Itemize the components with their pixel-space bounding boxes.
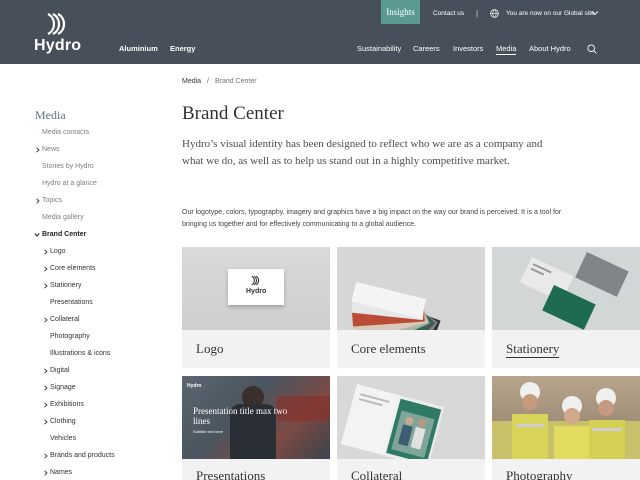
hydro-logo[interactable]: Hydro [34, 12, 82, 56]
card-label: Photography [506, 468, 573, 480]
sidebar-item-illustrations-icons[interactable]: Illustrations & icons [50, 350, 110, 357]
presentation-logo: Hydro [187, 383, 202, 389]
swatch-fan-illustration [351, 281, 441, 330]
sidebar-item-topics[interactable]: Topics [42, 197, 62, 204]
breadcrumb-separator: / [207, 78, 209, 85]
card-label: Collateral [351, 468, 403, 480]
body-text: Our logotype, colors, typography, imager… [182, 209, 562, 228]
sidebar-item-media-gallery[interactable]: Media gallery [42, 214, 84, 221]
sidebar-item-core-elements[interactable]: Core elements [50, 265, 96, 272]
sidebar-item-at-a-glance[interactable]: Hydro at a glance [42, 180, 97, 187]
breadcrumb-current: Brand Center [214, 78, 257, 85]
chevron-right-icon[interactable] [43, 470, 49, 476]
chevron-right-icon[interactable] [43, 402, 49, 408]
logo-text: Hydro [34, 37, 82, 54]
sidebar-item-exhibitions[interactable]: Exhibitions [50, 401, 84, 408]
nav-sustainability[interactable]: Sustainability [357, 44, 401, 53]
contact-link[interactable]: Contact us [433, 10, 464, 17]
header-separator: | [476, 9, 479, 18]
breadcrumb: Media / Brand Center [182, 78, 257, 85]
card-label: Core elements [351, 341, 426, 356]
card-core-elements[interactable]: Core elements [337, 247, 485, 368]
hydro-logo-mark-icon [47, 13, 66, 35]
nav-energy[interactable]: Energy [170, 44, 195, 53]
chevron-right-icon[interactable] [43, 266, 49, 272]
sidebar-item-news[interactable]: News [42, 146, 60, 153]
card-stationery[interactable]: Stationery [492, 247, 640, 368]
workers-illustration [492, 382, 640, 459]
globe-icon [490, 9, 499, 18]
nav-careers[interactable]: Careers [413, 44, 440, 53]
sidebar-title[interactable]: Media [35, 108, 66, 123]
chevron-right-icon[interactable] [43, 283, 49, 289]
breadcrumb-media[interactable]: Media [182, 78, 201, 85]
insights-tab[interactable]: Insights [381, 0, 420, 24]
intro-text: Hydro’s visual identity has been designe… [182, 138, 543, 167]
sidebar-item-brands-products[interactable]: Brands and products [50, 452, 115, 459]
card-presentations[interactable]: Hydro Presentation title max two lines S… [182, 376, 330, 480]
chevron-right-icon[interactable] [43, 249, 49, 255]
sidebar-item-clothing[interactable]: Clothing [50, 418, 76, 425]
search-icon[interactable] [587, 44, 597, 54]
sidebar-item-media-contacts[interactable]: Media contacts [42, 129, 89, 136]
global-site-selector[interactable]: You are now on our Global site [506, 10, 595, 17]
card-label: Logo [196, 341, 224, 356]
chevron-right-icon[interactable] [35, 147, 41, 153]
color-swatches-image [337, 247, 485, 330]
sidebar-item-digital[interactable]: Digital [50, 367, 69, 374]
sidebar-item-stories[interactable]: Stories by Hydro [42, 163, 94, 170]
sidebar-item-names[interactable]: Names [50, 469, 72, 476]
card-photography[interactable]: Photography [492, 376, 640, 480]
top-header: Hydro Aluminium Energy Insights Contact … [0, 0, 640, 64]
sidebar-item-presentations[interactable]: Presentations [50, 299, 93, 306]
presentation-overlay-title: Presentation title max two lines [193, 406, 288, 426]
chevron-right-icon[interactable] [43, 419, 49, 425]
nav-about-hydro[interactable]: About Hydro [529, 44, 571, 53]
card-collateral[interactable]: Collateral [337, 376, 485, 480]
presentation-overlay-subtitle: Subtitle text here [193, 429, 224, 434]
sidebar-item-collateral[interactable]: Collateral [50, 316, 80, 323]
presentation-image: Hydro Presentation title max two lines S… [182, 376, 330, 459]
collateral-image [337, 376, 485, 459]
page-title: Brand Center [182, 103, 284, 124]
photography-image [492, 376, 640, 459]
card-logo-text: Hydro [246, 288, 267, 295]
logo-card-image: Hydro [182, 247, 330, 330]
chevron-down-icon[interactable] [591, 9, 599, 17]
sidebar-item-vehicles[interactable]: Vehicles [50, 435, 76, 442]
nav-investors[interactable]: Investors [453, 44, 483, 53]
nav-aluminium[interactable]: Aluminium [119, 44, 158, 53]
sidebar-item-brand-center[interactable]: Brand Center [42, 231, 86, 238]
chevron-right-icon[interactable] [43, 453, 49, 459]
sidebar-item-photography[interactable]: Photography [50, 333, 90, 340]
sidebar-item-logo[interactable]: Logo [50, 248, 66, 255]
chevron-right-icon[interactable] [43, 385, 49, 391]
chevron-right-icon[interactable] [43, 317, 49, 323]
chevron-down-icon[interactable] [34, 232, 40, 238]
chevron-right-icon[interactable] [35, 198, 41, 204]
chevron-right-icon[interactable] [43, 368, 49, 374]
brochure-illustration [340, 384, 444, 459]
stationery-image [492, 247, 640, 330]
card-label: Stationery [506, 341, 560, 358]
business-card-image: Hydro [228, 269, 284, 305]
sidebar-item-signage[interactable]: Signage [50, 384, 76, 391]
card-label: Presentations [196, 468, 266, 480]
sidebar-item-stationery[interactable]: Stationery [50, 282, 82, 289]
nav-media[interactable]: Media [496, 44, 517, 55]
stationery-cards-illustration [520, 252, 629, 330]
card-logo[interactable]: Hydro Logo [182, 247, 330, 368]
hydro-logo-mark-icon [251, 275, 260, 286]
